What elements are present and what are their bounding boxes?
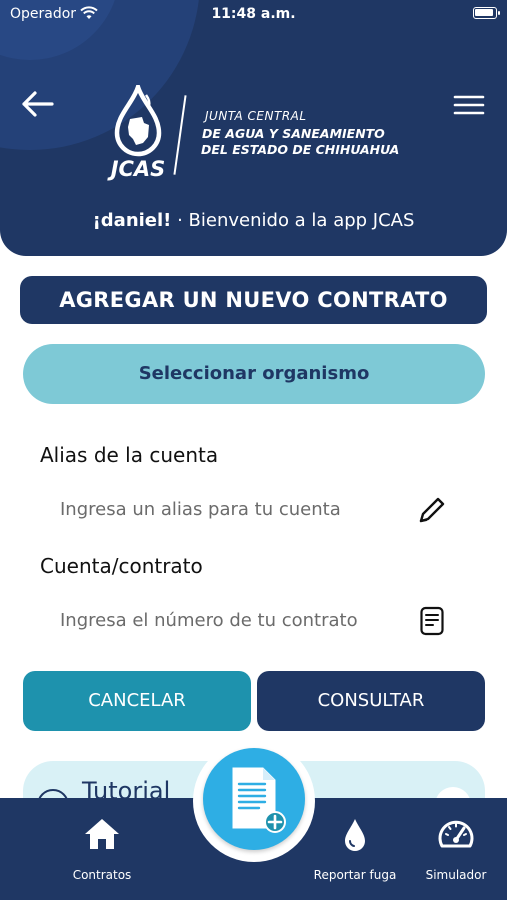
pencil-icon [419,497,445,523]
header: Operador 11:48 a.m. JCAS JUNTA CENTRAL D… [0,0,507,256]
status-bar: Operador 11:48 a.m. [0,0,507,30]
org-name-line1: JUNTA CENTRAL [205,109,307,123]
water-drop-logo-icon [114,85,162,157]
alias-label: Alias de la cuenta [40,443,219,467]
nav-label-simulador: Simulador [425,868,487,882]
add-document-icon [232,767,286,833]
status-time: 11:48 a.m. [211,6,296,22]
org-name-line3: DEL ESTADO DE CHIHUAHUA [201,142,400,157]
welcome-message: ¡daniel! · Bienvenido a la app JCAS [0,210,507,231]
nav-label-contratos: Contratos [72,868,132,882]
battery-icon [473,7,500,19]
logo-text: JCAS [110,157,166,181]
document-icon [420,606,444,636]
welcome-text: · Bienvenido a la app JCAS [171,210,415,231]
back-button[interactable] [20,88,60,120]
gauge-icon [438,820,474,848]
add-contract-fab[interactable] [203,748,305,850]
form-title: AGREGAR UN NUEVO CONTRATO [20,276,487,324]
consult-button[interactable]: CONSULTAR [257,671,485,731]
user-greeting: ¡daniel! [92,210,172,231]
contract-label: Cuenta/contrato [40,554,203,578]
contract-input[interactable] [40,600,460,640]
alias-input[interactable] [40,489,460,529]
menu-button[interactable] [452,92,486,118]
nav-item-contratos[interactable]: Contratos [52,798,152,900]
jcas-logo: JCAS [103,85,183,185]
nav-label-reportar-fuga: Reportar fuga [313,868,397,882]
nav-item-simulador[interactable]: Simulador [416,798,496,900]
org-name-line2: DE AGUA Y SANEAMIENTO [202,126,385,141]
select-organism-button[interactable]: Seleccionar organismo [23,344,485,404]
cancel-button[interactable]: CANCELAR [23,671,251,731]
nav-item-reportar-fuga[interactable]: Reportar fuga [305,798,405,900]
home-icon [85,819,119,849]
water-drop-icon [345,819,365,851]
